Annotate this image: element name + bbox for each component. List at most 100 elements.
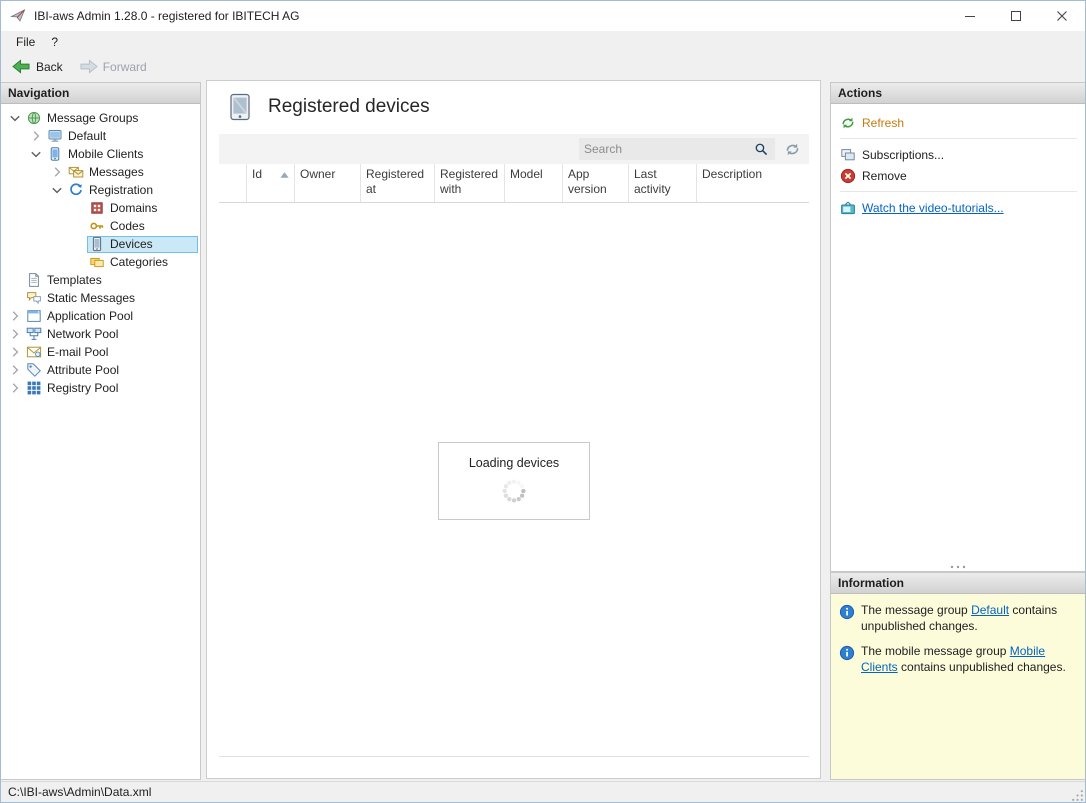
tree-item-static-messages[interactable]: Static Messages xyxy=(1,289,200,307)
registration-icon xyxy=(68,182,84,198)
column-header-last-activity[interactable]: Last activity xyxy=(629,164,697,202)
column-header-owner[interactable]: Owner xyxy=(295,164,361,202)
action-subscriptions[interactable]: Subscriptions... xyxy=(840,144,1085,165)
chevron-collapsed-icon[interactable] xyxy=(49,164,66,180)
chevron-collapsed-icon[interactable] xyxy=(7,362,24,378)
info-link-default[interactable]: Default xyxy=(971,603,1009,617)
menu-file[interactable]: File xyxy=(8,32,43,52)
messages-icon xyxy=(68,164,84,180)
refresh-grid-icon xyxy=(784,141,801,158)
chevron-collapsed-icon[interactable] xyxy=(7,380,24,396)
column-label: App version xyxy=(568,167,623,197)
chevron-placeholder xyxy=(70,218,87,234)
panel-splitter[interactable] xyxy=(831,562,1085,571)
action-remove[interactable]: Remove xyxy=(840,165,1085,186)
column-label: Registered at xyxy=(366,167,429,197)
column-header-registered-at[interactable]: Registered at xyxy=(361,164,435,202)
tree-item-label: Registration xyxy=(88,183,153,197)
menu-help[interactable]: ? xyxy=(43,32,66,52)
subscriptions-icon xyxy=(840,147,856,163)
status-bar: C:\IBI-aws\Admin\Data.xml xyxy=(1,781,1085,802)
domains-icon xyxy=(89,200,105,216)
actions-header: Actions xyxy=(831,83,1085,104)
tree-item-network-pool[interactable]: Network Pool xyxy=(1,325,200,343)
tree-item-attribute-pool[interactable]: Attribute Pool xyxy=(1,361,200,379)
resize-grip-icon[interactable] xyxy=(1071,789,1084,802)
grid-refresh-button[interactable] xyxy=(775,141,809,158)
close-icon xyxy=(1057,11,1067,21)
main-header: Registered devices xyxy=(207,81,820,133)
column-header-description[interactable]: Description xyxy=(697,164,809,202)
information-panel: Information The message group Default co… xyxy=(830,572,1085,780)
chevron-placeholder xyxy=(70,236,87,252)
divider xyxy=(840,138,1077,139)
column-header-model[interactable]: Model xyxy=(505,164,563,202)
templates-icon xyxy=(26,272,42,288)
information-header: Information xyxy=(831,573,1085,594)
tree-item-domains[interactable]: Domains xyxy=(1,199,200,217)
tree-item-label: Attribute Pool xyxy=(46,363,119,377)
column-header-id[interactable]: Id xyxy=(247,164,295,202)
chevron-expanded-icon[interactable] xyxy=(49,182,66,198)
tree-item-registration[interactable]: Registration xyxy=(1,181,200,199)
forward-arrow-icon xyxy=(79,58,98,75)
codes-icon xyxy=(89,218,105,234)
loading-spinner-icon xyxy=(499,476,529,506)
chevron-collapsed-icon[interactable] xyxy=(7,326,24,342)
action-refresh[interactable]: Refresh xyxy=(840,112,1085,133)
loading-text: Loading devices xyxy=(439,456,589,470)
column-header-app-version[interactable]: App version xyxy=(563,164,629,202)
tree-item-e-mail-pool[interactable]: E-mail Pool xyxy=(1,343,200,361)
tree-item-codes[interactable]: Codes xyxy=(1,217,200,235)
action-label: Watch the video-tutorials... xyxy=(862,201,1004,215)
tree-item-default[interactable]: Default xyxy=(1,127,200,145)
application-pool-icon xyxy=(26,308,42,324)
tree-item-devices[interactable]: Devices xyxy=(1,235,200,253)
chevron-placeholder xyxy=(7,272,24,288)
column-label: Owner xyxy=(300,167,335,182)
right-panel: Actions Refresh Subscriptions...Remove Wat… xyxy=(830,82,1085,780)
back-button[interactable]: Back xyxy=(5,55,70,78)
chevron-collapsed-icon[interactable] xyxy=(7,308,24,324)
search-box xyxy=(579,138,775,160)
window-title: IBI-aws Admin 1.28.0 - registered for IB… xyxy=(34,9,299,23)
tree-item-label: Domains xyxy=(109,201,157,215)
tree-item-mobile-clients[interactable]: Mobile Clients xyxy=(1,145,200,163)
search-icon[interactable] xyxy=(754,142,768,156)
navigation-header: Navigation xyxy=(1,83,200,104)
tree-item-message-groups[interactable]: Message Groups xyxy=(1,109,200,127)
row-selector-column xyxy=(219,164,247,202)
remove-icon xyxy=(840,168,856,184)
tree-item-label: Categories xyxy=(109,255,168,269)
chevron-collapsed-icon[interactable] xyxy=(7,344,24,360)
minimize-button[interactable] xyxy=(947,1,993,31)
grip-dots-icon xyxy=(948,565,968,569)
search-input[interactable] xyxy=(582,141,754,157)
chevron-collapsed-icon[interactable] xyxy=(28,128,45,144)
maximize-button[interactable] xyxy=(993,1,1039,31)
tree-item-application-pool[interactable]: Application Pool xyxy=(1,307,200,325)
column-header-registered-with[interactable]: Registered with xyxy=(435,164,505,202)
app-window: IBI-aws Admin 1.28.0 - registered for IB… xyxy=(0,0,1086,803)
info-link-mobile-clients[interactable]: Mobile Clients xyxy=(861,644,1045,674)
information-list: The message group Default contains unpub… xyxy=(831,594,1085,694)
chevron-expanded-icon[interactable] xyxy=(7,110,24,126)
message-groups-icon xyxy=(26,110,42,126)
info-icon xyxy=(839,645,855,661)
attribute-pool-icon xyxy=(26,362,42,378)
tree-item-categories[interactable]: Categories xyxy=(1,253,200,271)
table-header: Id Owner Registered atRegistered withModel… xyxy=(219,164,809,203)
tree-item-messages[interactable]: Messages xyxy=(1,163,200,181)
forward-button[interactable]: Forward xyxy=(72,55,154,78)
action-watch-the-video-tutorials[interactable]: Watch the video-tutorials... xyxy=(840,197,1085,218)
refresh-green-icon xyxy=(840,115,856,131)
tree-item-registry-pool[interactable]: Registry Pool xyxy=(1,379,200,397)
categories-icon xyxy=(89,254,105,270)
close-button[interactable] xyxy=(1039,1,1085,31)
chevron-expanded-icon[interactable] xyxy=(28,146,45,162)
registered-devices-icon xyxy=(229,93,251,121)
loading-box: Loading devices xyxy=(438,442,590,520)
minimize-icon xyxy=(965,11,975,21)
tree-item-label: Network Pool xyxy=(46,327,118,341)
tree-item-templates[interactable]: Templates xyxy=(1,271,200,289)
